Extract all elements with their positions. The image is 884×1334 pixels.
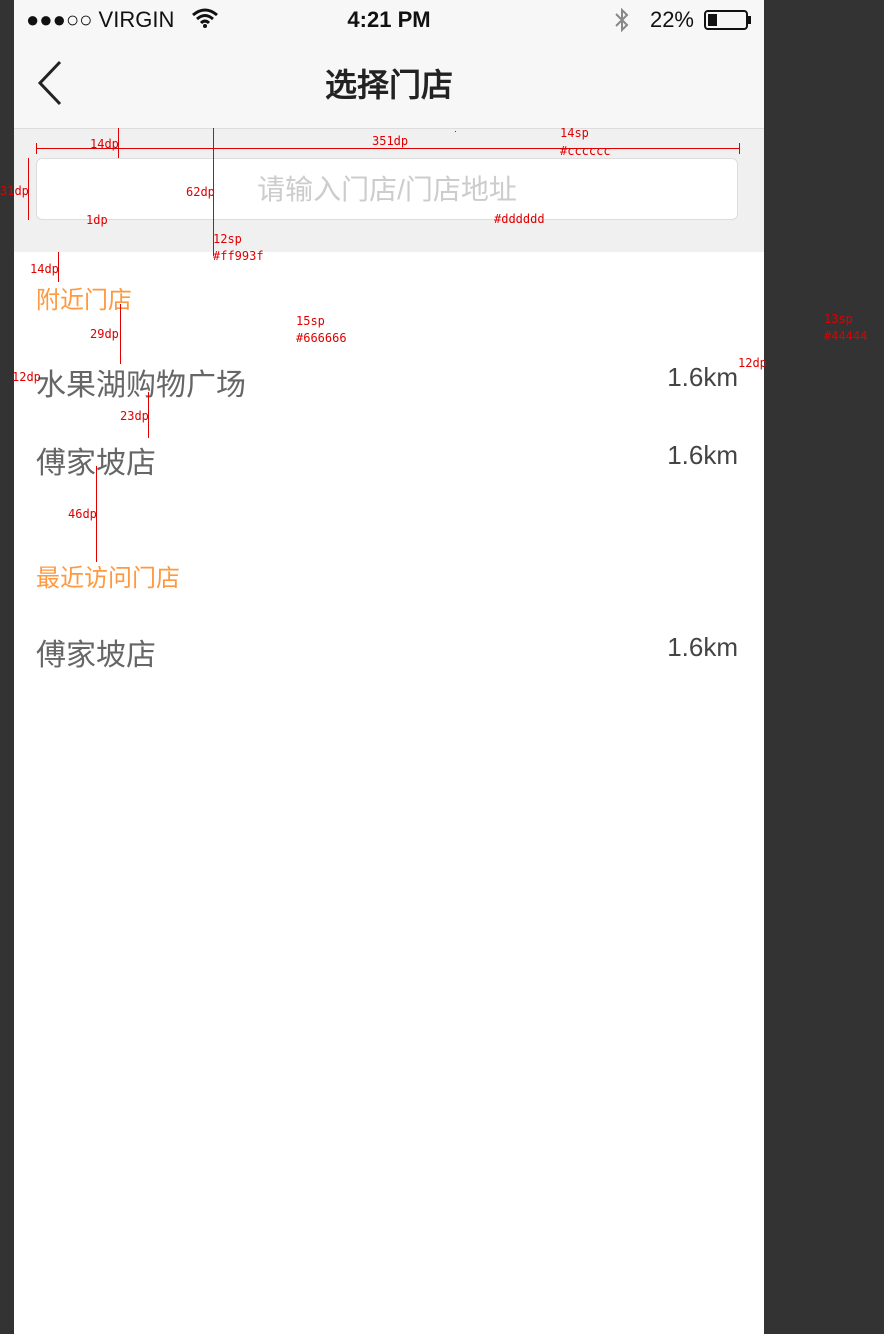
spec-label: 12dp (12, 370, 41, 384)
spec-label: 1dp (86, 213, 108, 227)
dimension-line (36, 148, 740, 149)
store-distance: 1.6km (667, 362, 738, 392)
spec-label: 351dp (372, 134, 409, 148)
section-nearby-stores: 附近门店 (36, 287, 132, 314)
spec-label: 12dp (738, 356, 767, 370)
store-distance: 1.6km (667, 440, 738, 470)
navigation-bar: 选择门店 (14, 40, 764, 129)
spec-label: 29dp (90, 327, 119, 341)
spec-label: 46dp (68, 507, 97, 521)
phone-screen: ●●●○○ VIRGIN 4:21 PM 22% 选择门店 请输入门店/门店地址… (14, 0, 764, 1334)
spec-label: 13sp (824, 312, 853, 326)
spec-label: #cccccc (560, 144, 611, 158)
bluetooth-icon (614, 7, 630, 38)
spec-label: #dddddd (494, 212, 545, 226)
dimension-tick (739, 143, 740, 154)
store-name: 水果湖购物广场 (36, 369, 246, 402)
spec-label: 23dp (120, 409, 149, 423)
battery-percent: 22% (649, 7, 694, 32)
dimension-line (120, 304, 121, 364)
spec-label: 62dp (186, 185, 215, 199)
store-name: 傅家坡店 (36, 639, 156, 672)
page-title: 选择门店 (324, 67, 453, 103)
dimension-tick (36, 143, 37, 154)
search-placeholder: 请输入门店/门店地址 (257, 174, 517, 205)
spec-label: 31dp (0, 184, 29, 198)
search-input[interactable]: 请输入门店/门店地址 (36, 158, 738, 220)
spec-label: #44444 (824, 329, 868, 343)
spec-label: #ff993f (213, 249, 264, 263)
section-recent-stores: 最近访问门店 (36, 565, 180, 592)
spec-label: 15sp (296, 314, 325, 328)
spec-label: 12sp (213, 232, 242, 246)
list-item[interactable]: 水果湖购物广场 1.6km (14, 350, 764, 410)
spec-label: 14sp (560, 126, 589, 140)
list-item[interactable]: 傅家坡店 1.6km (14, 428, 764, 488)
spec-label: 14dp (30, 262, 59, 276)
spec-label: #666666 (296, 331, 347, 345)
dimension-line (455, 131, 456, 132)
list-item[interactable]: 傅家坡店 1.6km (14, 620, 764, 680)
battery-icon (704, 10, 752, 35)
spec-label: 14dp (90, 137, 119, 151)
store-distance: 1.6km (667, 632, 738, 662)
status-bar: ●●●○○ VIRGIN 4:21 PM 22% (14, 0, 764, 40)
